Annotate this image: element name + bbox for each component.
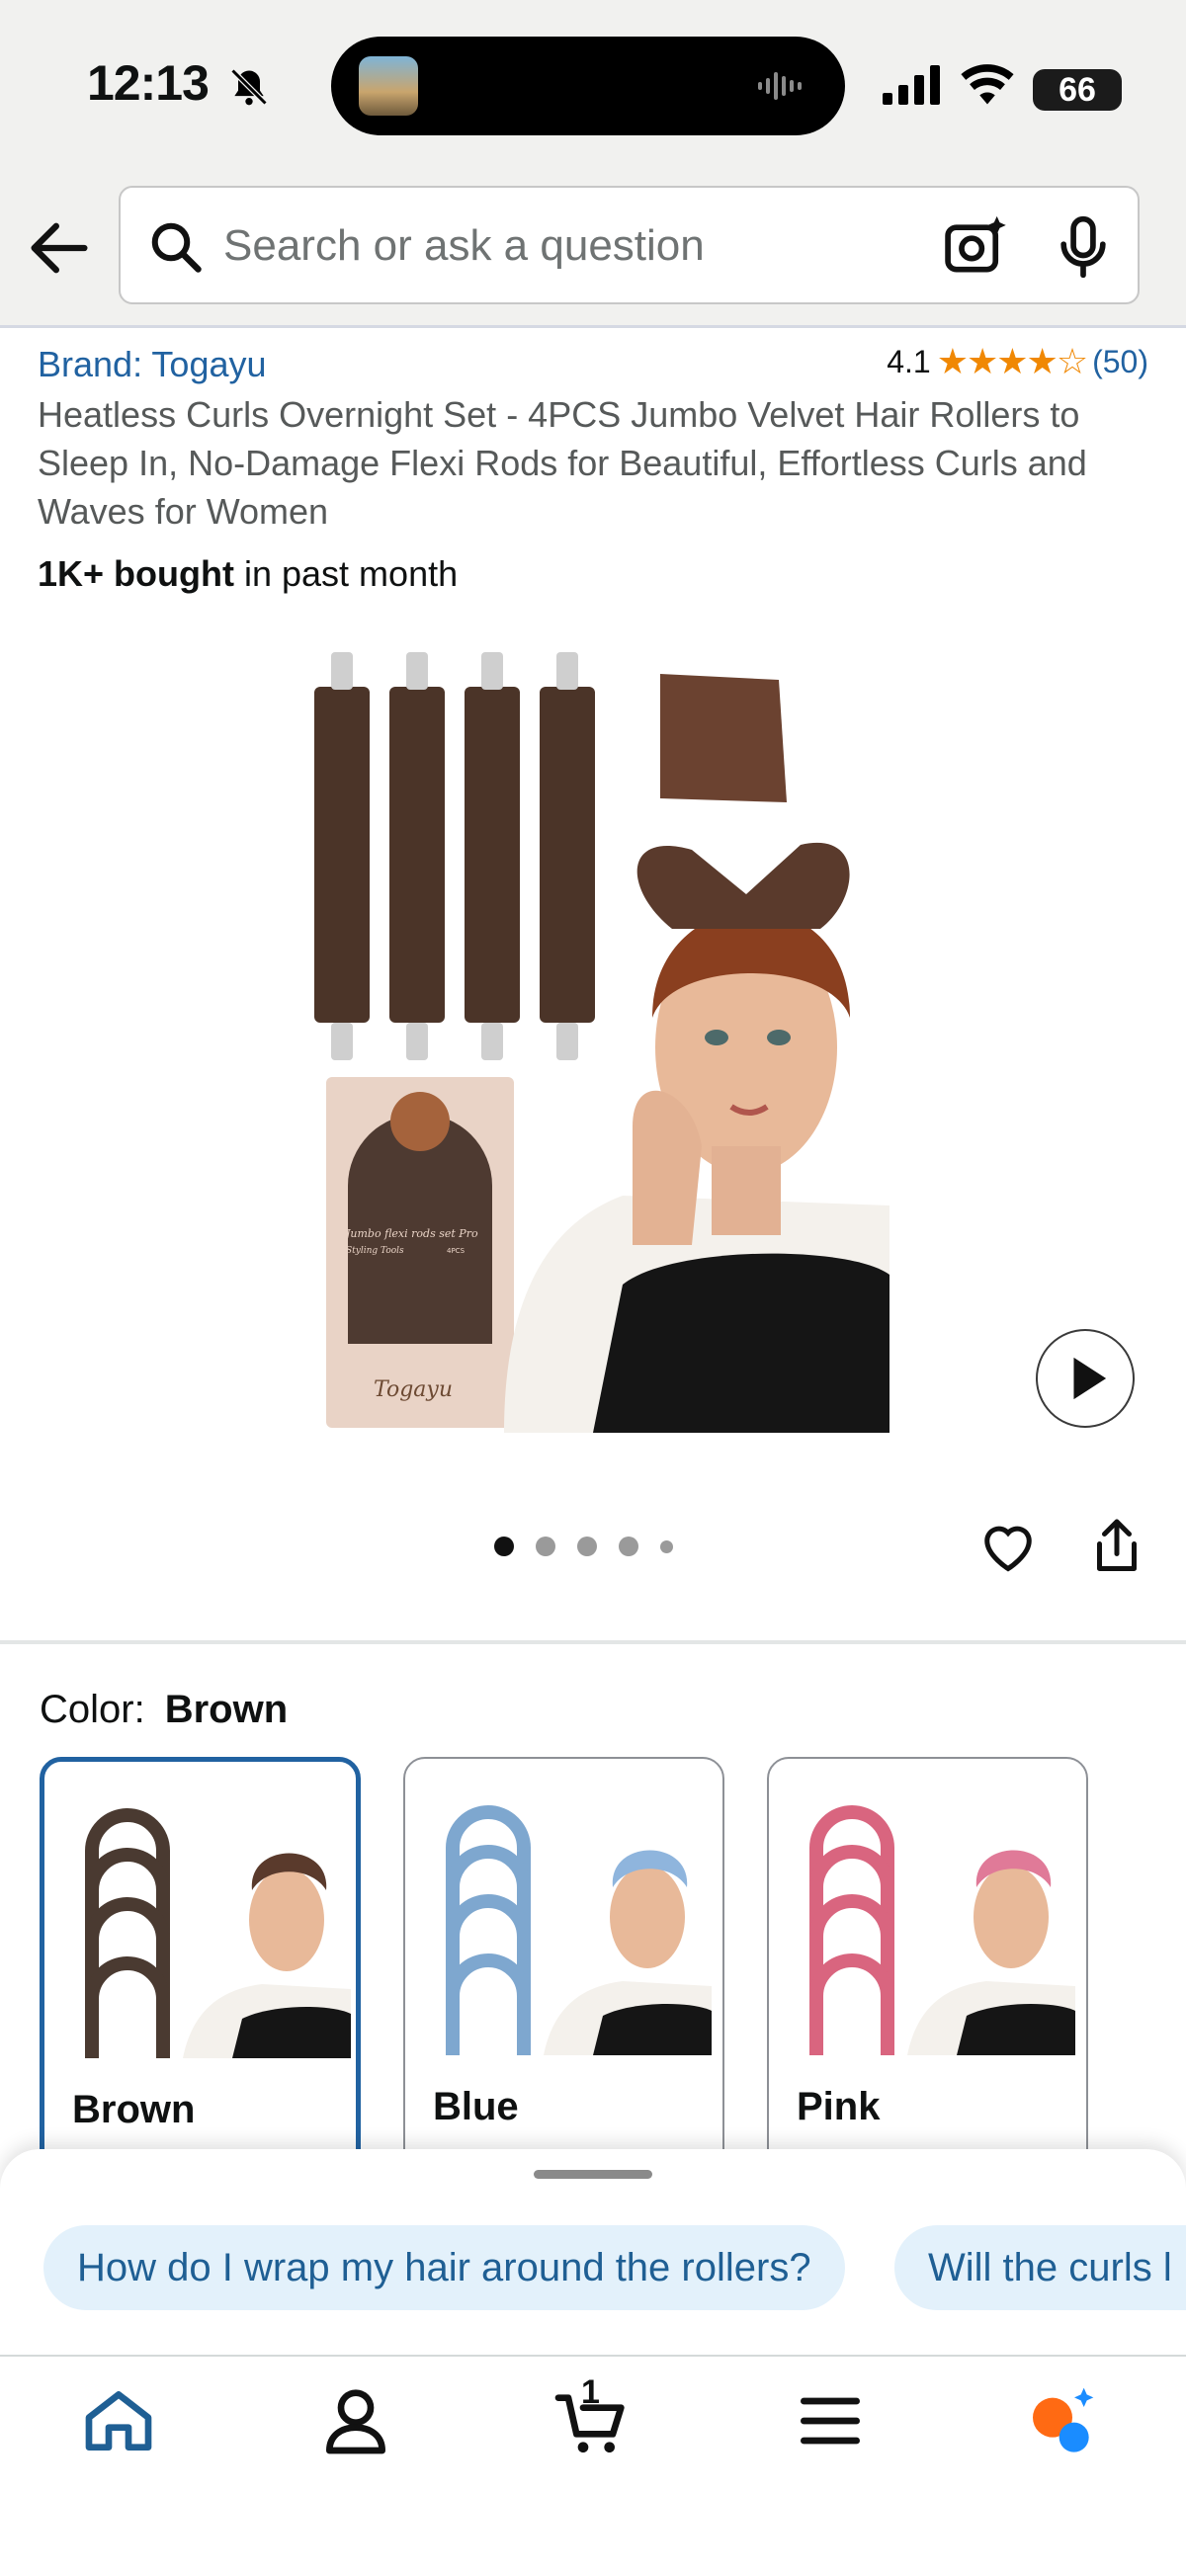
sheet-drag-handle[interactable] [534, 2170, 652, 2179]
color-option-pink[interactable]: Pink [767, 1757, 1088, 2172]
search-input[interactable]: Search or ask a question [223, 221, 705, 271]
microphone-icon[interactable] [1050, 213, 1117, 281]
product-image[interactable]: Jumbo flexi rods set Pro Styling Tools 4… [296, 632, 890, 1433]
box-brand-text: Togayu [374, 1377, 453, 1402]
bell-muted-icon [230, 68, 268, 106]
wifi-icon [961, 64, 1014, 105]
review-count[interactable]: (50) [1092, 344, 1148, 380]
battery-indicator: 66 [1033, 69, 1122, 111]
product-title: Heatless Curls Overnight Set - 4PCS Jumb… [38, 394, 1087, 532]
purchase-count-bold: 1K+ bought [38, 553, 234, 594]
satin-scarf-graphic [660, 674, 787, 802]
camera-lens-icon[interactable] [941, 213, 1008, 281]
color-label-text: Color: [40, 1688, 145, 1731]
box-subtitle-text: Styling Tools [346, 1246, 404, 1256]
image-pagination[interactable] [494, 1537, 673, 1556]
color-option-label: Pink [797, 2085, 881, 2128]
pagination-dot[interactable] [536, 1537, 555, 1556]
menu-icon[interactable] [791, 2381, 870, 2460]
play-video-button[interactable] [1036, 1329, 1135, 1428]
account-icon[interactable] [316, 2381, 395, 2460]
box-badge-text: 4PCS [447, 1247, 466, 1255]
search-header: Search or ask a question [0, 173, 1186, 328]
dynamic-island[interactable] [331, 37, 845, 135]
search-icon [151, 222, 202, 273]
pagination-dot[interactable] [619, 1537, 638, 1556]
pagination-dot[interactable] [494, 1537, 514, 1556]
pagination-dot[interactable] [577, 1537, 597, 1556]
audio-waveform-icon [758, 72, 802, 100]
cart-count-badge: 1 [581, 2373, 600, 2411]
rating-summary[interactable]: 4.1 ★★★★☆ (50) [887, 341, 1148, 382]
home-icon[interactable] [79, 2381, 158, 2460]
heart-icon[interactable] [978, 1517, 1038, 1576]
color-option-label: Blue [433, 2085, 519, 2128]
color-option-brown[interactable]: Brown [40, 1757, 361, 2172]
box-product-text: Jumbo flexi rods set Pro [344, 1227, 478, 1240]
suggested-question-chip[interactable]: Will the curls l [894, 2225, 1186, 2310]
status-bar: 12:13 66 [0, 0, 1186, 173]
now-playing-thumbnail [359, 56, 418, 116]
hair-rollers-graphic [314, 652, 595, 1060]
purchase-count: 1K+ bought in past month [38, 553, 458, 595]
ai-assistant-icon[interactable] [1023, 2381, 1102, 2460]
star-rating-icon: ★★★★☆ [936, 341, 1088, 381]
packaging-box-graphic: Jumbo flexi rods set Pro Styling Tools 4… [326, 1077, 514, 1428]
cellular-signal-icon [883, 65, 940, 105]
section-divider [0, 1640, 1186, 1644]
color-option-blue[interactable]: Blue [403, 1757, 724, 2172]
status-time: 12:13 [87, 55, 210, 111]
share-icon[interactable] [1087, 1517, 1146, 1576]
search-bar[interactable]: Search or ask a question [119, 186, 1140, 304]
brand-link[interactable]: Brand: Togayu [38, 344, 267, 385]
suggested-question-chip[interactable]: How do I wrap my hair around the rollers… [43, 2225, 845, 2310]
rating-value: 4.1 [887, 343, 931, 379]
color-label: Color: Brown [40, 1688, 288, 1732]
selected-color: Brown [164, 1688, 289, 1731]
color-option-label: Brown [72, 2088, 196, 2131]
pagination-dot[interactable] [660, 1539, 673, 1553]
purchase-count-rest: in past month [233, 553, 459, 594]
back-arrow-icon[interactable] [22, 210, 97, 286]
